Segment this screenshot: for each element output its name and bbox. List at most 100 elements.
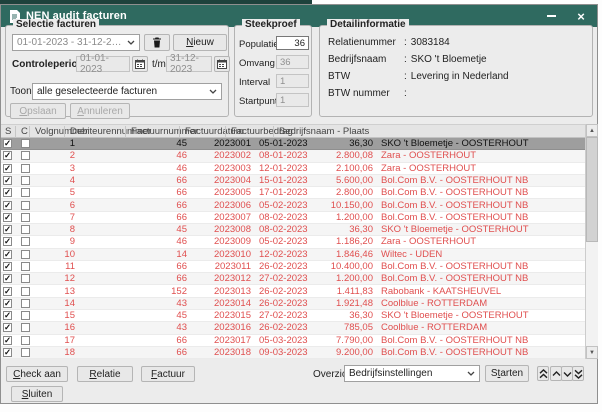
row-s-checkbox[interactable]: ✓ [1,237,16,246]
row-s-checkbox[interactable]: ✓ [1,274,16,283]
sluiten-button[interactable]: Sluiten [11,386,63,402]
row-c-checkbox[interactable] [16,250,33,259]
header-c[interactable]: C [15,126,28,138]
cell-factuurdatum: 08-02-2023 [255,224,317,235]
annuleren-button[interactable]: Annuleren [70,103,130,119]
check-aan-button[interactable]: Check aan [6,366,68,382]
table-row[interactable]: ✓13152202301326-02-20231.411,83Rabobank … [1,285,585,297]
row-s-checkbox[interactable]: ✓ [1,287,16,296]
startpunt-field[interactable]: 1 [276,93,309,107]
row-c-checkbox[interactable] [16,336,33,345]
omvang-field[interactable]: 36 [276,55,309,69]
calendar-icon [135,59,145,69]
row-c-checkbox[interactable] [16,164,33,173]
table-row[interactable]: ✓346202300312-01-20232.100,06Zara - OOST… [1,163,585,175]
date-from-field[interactable]: 01-01-2023 [76,56,130,72]
row-s-checkbox[interactable]: ✓ [1,348,16,357]
relatie-button[interactable]: Relatie [77,366,133,382]
overzicht-dropdown[interactable]: Bedrijfsinstellingen [344,365,480,382]
row-s-checkbox[interactable]: ✓ [1,336,16,345]
calendar-from-button[interactable] [132,56,148,72]
header-bedrijfsnaam-plaats[interactable]: Bedrijfsnaam - Plaats [273,126,369,138]
last-record-button[interactable] [572,366,584,381]
row-s-checkbox[interactable]: ✓ [1,262,16,271]
factuur-button[interactable]: Factuur [141,366,195,382]
row-s-checkbox[interactable]: ✓ [1,323,16,332]
selectie-facturen-group: Selectie facturen 01-01-2023 - 31-12-202… [5,25,229,117]
row-c-checkbox[interactable] [16,287,33,296]
opslaan-button[interactable]: Opslaan [10,103,66,119]
scroll-down-button[interactable]: ▼ [586,346,598,359]
row-s-checkbox[interactable]: ✓ [1,201,16,210]
row-c-checkbox[interactable] [16,225,33,234]
cell-volgnummer: 12 [33,273,79,284]
row-c-checkbox[interactable] [16,139,33,148]
row-s-checkbox[interactable]: ✓ [1,164,16,173]
header-s[interactable]: S [5,126,11,138]
table-row[interactable]: ✓1443202301426-02-20231.921,48Coolblue -… [1,298,585,310]
cell-bedrijfsnaam-plaats: Bol.Com B.V. - OOSTERHOUT NB [377,335,585,346]
date-to-field[interactable]: 31-12-2023 [166,56,212,72]
table-row[interactable]: ✓1266202301227-02-20231.200,00Bol.Com B.… [1,273,585,285]
row-c-checkbox[interactable] [16,311,33,320]
table-row[interactable]: ✓1766202301705-03-20237.790,00Bol.Com B.… [1,335,585,347]
row-s-checkbox[interactable]: ✓ [1,213,16,222]
starten-button[interactable]: Starten [485,365,529,382]
row-c-checkbox[interactable] [16,323,33,332]
row-c-checkbox[interactable] [16,237,33,246]
scroll-up-button[interactable]: ▲ [586,124,598,137]
first-record-button[interactable] [537,366,549,381]
row-c-checkbox[interactable] [16,188,33,197]
row-c-checkbox[interactable] [16,274,33,283]
table-row[interactable]: ✓466202300415-01-20235.600,00Bol.Com B.V… [1,175,585,187]
table-row[interactable]: ✓566202300517-01-20232.800,00Bol.Com B.V… [1,187,585,199]
delete-selection-button[interactable] [144,34,170,51]
table-row[interactable]: ✓1866202301809-03-20239.200,00Bol.Com B.… [1,347,585,359]
table-row[interactable]: ✓1643202301626-02-2023785,05Coolblue - R… [1,322,585,334]
row-s-checkbox[interactable]: ✓ [1,299,16,308]
row-c-checkbox[interactable] [16,299,33,308]
cell-debiteurennummer: 66 [79,200,191,211]
cell-volgnummer: 6 [33,200,79,211]
row-s-checkbox[interactable]: ✓ [1,311,16,320]
cell-factuurdatum: 17-01-2023 [255,187,317,198]
table-scrollbar[interactable]: ▲ ▼ [585,124,598,359]
cell-factuurnummer: 2023015 [191,310,255,321]
row-s-checkbox[interactable]: ✓ [1,250,16,259]
row-c-checkbox[interactable] [16,262,33,271]
checkbox-unchecked-icon [21,299,30,308]
row-s-checkbox[interactable]: ✓ [1,176,16,185]
table-row[interactable]: ✓246202300208-01-20232.800,08Zara - OOST… [1,150,585,162]
interval-field[interactable]: 1 [276,74,309,88]
scrollbar-thumb[interactable] [586,137,598,242]
close-button[interactable]: × [573,8,589,24]
table-row[interactable]: ✓766202300708-02-20231.200,00Bol.Com B.V… [1,212,585,224]
minimize-button[interactable] [543,8,559,24]
table-row[interactable]: ✓946202300905-02-20231.186,20Zara - OOST… [1,236,585,248]
cell-factuurnummer: 2023008 [191,224,255,235]
populatie-field[interactable]: 36 [276,36,309,50]
row-c-checkbox[interactable] [16,213,33,222]
table-row[interactable]: ✓145202300105-01-202336,30SKO 't Bloemet… [1,138,585,150]
row-c-checkbox[interactable] [16,201,33,210]
table-row[interactable]: ✓845202300808-02-202336,30SKO 't Bloemet… [1,224,585,236]
interval-label: Interval [239,77,270,88]
cell-factuurdatum: 26-02-2023 [255,286,317,297]
row-s-checkbox[interactable]: ✓ [1,139,16,148]
period-dropdown[interactable]: 01-01-2023 - 31-12-2023 (Easyflex) [12,34,140,51]
cell-bedrijfsnaam-plaats: Bol.Com B.V. - OOSTERHOUT NB [377,261,585,272]
cell-factuurdatum: 26-02-2023 [255,261,317,272]
table-row[interactable]: ✓1545202301527-02-202336,30SKO 't Bloeme… [1,310,585,322]
nieuw-button[interactable]: Nieuw [173,34,227,51]
row-s-checkbox[interactable]: ✓ [1,188,16,197]
toon-dropdown[interactable]: alle geselecteerde facturen [32,83,222,100]
row-s-checkbox[interactable]: ✓ [1,151,16,160]
table-row[interactable]: ✓1166202301126-02-202310.400,00Bol.Com B… [1,261,585,273]
table-row[interactable]: ✓666202300605-02-202310.150,00Bol.Com B.… [1,199,585,211]
calendar-to-button[interactable] [214,56,230,72]
row-c-checkbox[interactable] [16,176,33,185]
row-c-checkbox[interactable] [16,151,33,160]
table-row[interactable]: ✓1014202301012-02-20231.846,46Wiltec - U… [1,249,585,261]
row-c-checkbox[interactable] [16,348,33,357]
row-s-checkbox[interactable]: ✓ [1,225,16,234]
